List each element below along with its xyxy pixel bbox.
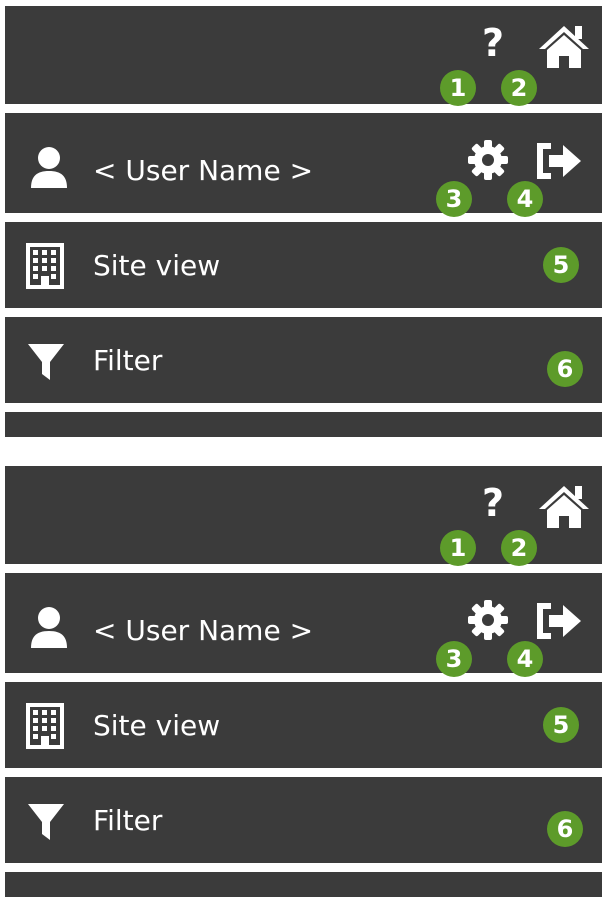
callout-badge-6: 6 — [547, 351, 583, 387]
building-icon — [26, 703, 64, 749]
filter-label: Filter — [93, 344, 163, 377]
callout-badge-2: 2 — [501, 530, 537, 566]
callout-badge-1: 1 — [440, 70, 476, 106]
filter-icon — [28, 804, 64, 840]
help-icon[interactable]: ? — [482, 24, 504, 62]
user-bar: < User Name > 3 4 — [5, 113, 602, 217]
filter-icon — [28, 344, 64, 380]
user-name-label[interactable]: < User Name > — [93, 617, 313, 645]
site-view-label: Site view — [93, 249, 221, 282]
callout-badge-1: 1 — [440, 530, 476, 566]
user-icon — [31, 147, 67, 188]
menu-panel-1: ? 1 2 < User Name > 3 4 Site view 5 Filt… — [5, 6, 602, 437]
callout-badge-6: 6 — [547, 811, 583, 847]
gear-icon[interactable] — [467, 599, 509, 641]
callout-badge-3: 3 — [436, 181, 472, 217]
gear-icon[interactable] — [467, 139, 509, 181]
filter-label: Filter — [93, 804, 163, 837]
user-icon — [31, 607, 67, 648]
bottom-bar — [5, 412, 602, 437]
help-icon[interactable]: ? — [482, 484, 504, 522]
callout-badge-3: 3 — [436, 641, 472, 677]
site-view-label: Site view — [93, 709, 221, 742]
menu-panel-2: ? 1 2 < User Name > 3 4 Site view 5 Filt… — [5, 466, 602, 897]
top-bar: ? 1 2 — [5, 6, 602, 106]
home-icon[interactable] — [537, 24, 591, 70]
user-name-label[interactable]: < User Name > — [93, 157, 313, 185]
callout-badge-2: 2 — [501, 70, 537, 106]
user-bar: < User Name > 3 4 — [5, 573, 602, 677]
logout-icon[interactable] — [535, 141, 583, 181]
callout-badge-5: 5 — [543, 247, 579, 283]
callout-badge-5: 5 — [543, 707, 579, 743]
menu-item-filter[interactable]: Filter 6 — [5, 317, 602, 403]
menu-item-site-view[interactable]: Site view 5 — [5, 682, 602, 768]
bottom-bar — [5, 872, 602, 897]
callout-badge-4: 4 — [507, 641, 543, 677]
menu-item-filter[interactable]: Filter 6 — [5, 777, 602, 863]
top-bar: ? 1 2 — [5, 466, 602, 566]
building-icon — [26, 243, 64, 289]
menu-item-site-view[interactable]: Site view 5 — [5, 222, 602, 308]
logout-icon[interactable] — [535, 601, 583, 641]
callout-badge-4: 4 — [507, 181, 543, 217]
home-icon[interactable] — [537, 484, 591, 530]
